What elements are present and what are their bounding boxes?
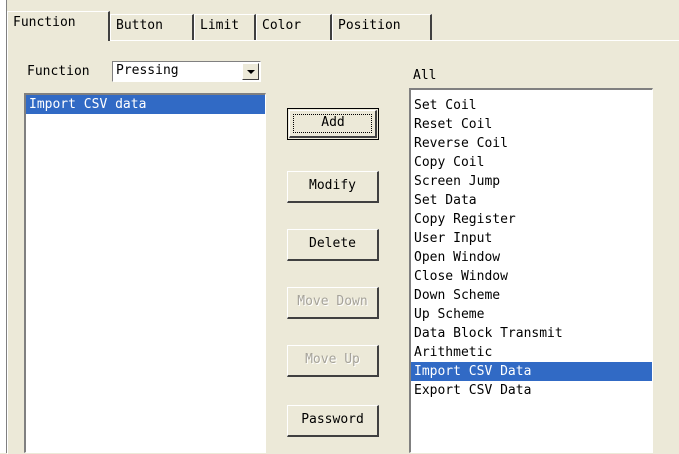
tab-limit[interactable]: Limit (194, 14, 256, 40)
tab-position[interactable]: Position (332, 14, 432, 40)
all-list-item[interactable]: Down Scheme (411, 286, 652, 305)
all-list-item[interactable]: Import CSV Data (411, 362, 652, 381)
all-list-item[interactable]: Reset Coil (411, 115, 652, 134)
all-list-item[interactable]: Arithmetic (411, 343, 652, 362)
all-list-item[interactable]: Copy Coil (411, 153, 652, 172)
move-up-button[interactable]: Move Up (287, 345, 379, 377)
all-list-item[interactable]: Copy Register (411, 210, 652, 229)
function-combo-value: Pressing (116, 63, 179, 78)
all-list-item[interactable]: Set Coil (411, 96, 652, 115)
chevron-down-icon[interactable] (242, 63, 259, 80)
all-list-item[interactable]: Export CSV Data (411, 381, 652, 400)
all-list-item[interactable]: User Input (411, 229, 652, 248)
delete-button[interactable]: Delete (287, 229, 379, 261)
password-button[interactable]: Password (287, 405, 379, 437)
function-list-item[interactable]: Import CSV data (26, 95, 265, 114)
all-list-item[interactable]: Open Window (411, 248, 652, 267)
all-list-item[interactable]: Data Block Transmit (411, 324, 652, 343)
all-list-item[interactable]: Up Scheme (411, 305, 652, 324)
tab-function[interactable]: Function (7, 11, 110, 41)
function-combo[interactable]: Pressing (112, 61, 261, 82)
all-list-item[interactable]: Reverse Coil (411, 134, 652, 153)
move-down-button[interactable]: Move Down (287, 287, 379, 319)
all-list-item[interactable]: Screen Jump (411, 172, 652, 191)
add-button[interactable]: Add (287, 108, 379, 140)
modify-button[interactable]: Modify (287, 171, 379, 203)
function-label: Function (27, 64, 90, 79)
tab-button[interactable]: Button (110, 14, 194, 40)
all-list-item[interactable]: Set Data (411, 191, 652, 210)
function-list[interactable]: Import CSV data (24, 93, 266, 453)
all-label: All (413, 68, 437, 83)
all-list-item[interactable]: Close Window (411, 267, 652, 286)
all-list[interactable]: Set Coil Reset Coil Reverse Coil Copy Coil S… (409, 88, 653, 453)
tab-color[interactable]: Color (256, 14, 332, 40)
